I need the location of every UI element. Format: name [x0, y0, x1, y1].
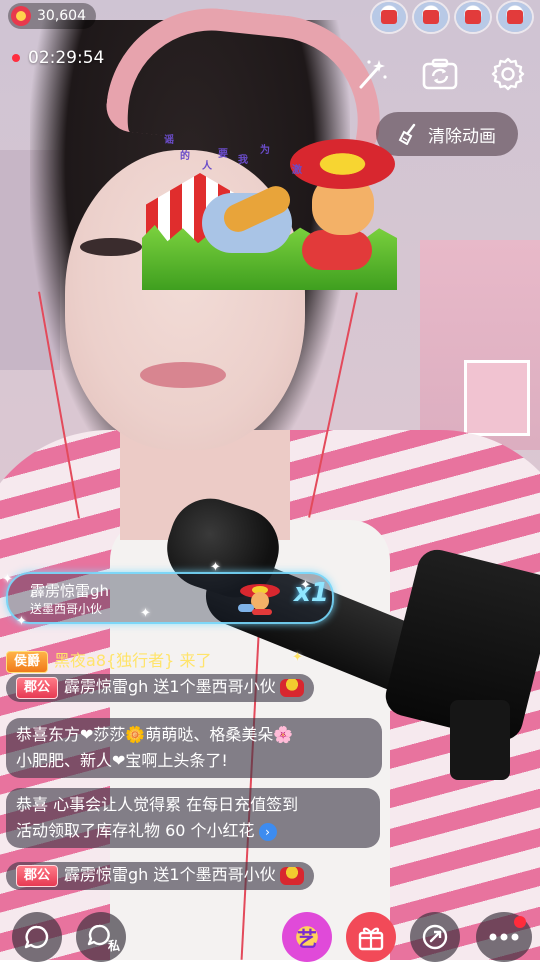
entry-user-name: 霹雳惊雷gh — [30, 582, 110, 600]
chat-text-line: 恭喜东方❤莎莎🌼萌萌哒、格桑美朵🌸 — [16, 725, 294, 744]
chat-message-entry[interactable]: 侯爵 黑夜a8{独行者} 来了 — [6, 648, 211, 674]
floating-char: 要 — [218, 149, 228, 160]
sparkle-icon: ✦ — [140, 606, 151, 621]
rank-badge: 郡公 — [16, 864, 59, 887]
more-icon — [489, 933, 519, 941]
mexican-guy-gift-icon — [230, 582, 282, 616]
broom-icon — [398, 123, 416, 145]
floating-char: 我 — [238, 155, 248, 166]
gift-icon — [358, 927, 384, 951]
viewer-count-pill[interactable]: 30,604 — [8, 3, 96, 29]
chat-text-line: 小肥肥、新人❤宝啊上头条了! — [16, 751, 228, 770]
share-button[interactable] — [410, 912, 460, 962]
bottom-toolbar: 私 艺 — [0, 912, 540, 962]
sombrero-icon — [290, 139, 395, 189]
yi-button[interactable]: 艺 — [282, 912, 332, 962]
chat-message-headline[interactable]: 恭喜东方❤莎莎🌼萌萌哒、格桑美朵🌸 小肥肥、新人❤宝啊上头条了! — [6, 718, 382, 778]
recording-dot-icon — [12, 54, 20, 62]
notification-dot — [514, 916, 526, 928]
rank-badge: 侯爵 — [6, 650, 49, 673]
more-button[interactable] — [476, 912, 532, 962]
background-picture-frame — [464, 360, 530, 436]
entry-gift-text: 送墨西哥小伙 — [30, 602, 103, 616]
coin-icon — [11, 6, 31, 26]
chat-message-gift[interactable]: 郡公 霹雳惊雷gh 送1个墨西哥小伙 — [6, 862, 314, 890]
chat-text-line: 恭喜 心事会让人觉得累 在每日充值签到 — [16, 795, 299, 814]
yi-label: 艺 — [297, 926, 317, 951]
sparkle-icon: ✦ — [292, 650, 303, 665]
gift-entry-banner: 霹雳惊雷gh 送墨西哥小伙 x1 — [6, 572, 334, 624]
share-icon — [422, 924, 448, 950]
sparkle-icon: ✦ — [300, 578, 311, 593]
private-label: 私 — [107, 939, 120, 953]
chat-text: 霹雳惊雷gh 送1个墨西哥小伙 — [64, 677, 276, 696]
top-controls — [354, 56, 526, 92]
magic-wand-icon[interactable] — [354, 56, 390, 92]
floating-char: 的 — [180, 151, 190, 162]
chat-message-gift[interactable]: 郡公 霹雳惊雷gh 送1个墨西哥小伙 — [6, 674, 314, 702]
gift-button[interactable] — [346, 912, 396, 962]
floating-char: 人 — [202, 161, 212, 172]
chat-text-line: 活动领取了库存礼物 60 个小红花 — [16, 821, 255, 840]
mexican-guy-gift-icon — [279, 678, 304, 697]
sparkle-icon: ✦ — [2, 572, 13, 587]
chat-text: 霹雳惊雷gh 送1个墨西哥小伙 — [64, 865, 276, 884]
sparkle-icon: ✦ — [16, 614, 27, 629]
mexican-guy-gift-icon — [279, 866, 304, 885]
audience-avatar[interactable] — [498, 2, 532, 32]
gear-icon[interactable] — [490, 56, 526, 92]
audience-avatar[interactable] — [372, 2, 406, 32]
mexican-guy-body — [302, 230, 372, 270]
floating-char: 激 — [292, 165, 302, 176]
microphone-stand — [450, 700, 510, 780]
gift-animation-mexican-guy: 谣 的 人 要 我 为 激 — [142, 135, 397, 290]
clear-animation-button[interactable]: 清除动画 — [376, 112, 518, 156]
rank-badge: 郡公 — [16, 676, 59, 699]
audience-avatar-list — [372, 2, 532, 32]
chat-text: 黑夜a8{独行者} 来了 — [54, 651, 212, 670]
floating-char: 谣 — [164, 135, 174, 146]
streamer-lips — [140, 362, 226, 388]
streamer-eye — [80, 238, 142, 256]
private-message-button[interactable]: 私 — [76, 912, 126, 962]
live-timer-text: 02:29:54 — [28, 48, 105, 68]
audience-avatar[interactable] — [414, 2, 448, 32]
viewer-count: 30,604 — [37, 8, 86, 24]
clear-animation-label: 清除动画 — [428, 126, 496, 147]
chat-message-system[interactable]: 恭喜 心事会让人觉得累 在每日充值签到 活动领取了库存礼物 60 个小红花 › — [6, 788, 380, 848]
chevron-right-icon[interactable]: › — [258, 822, 277, 841]
floating-char: 为 — [260, 145, 270, 156]
audience-avatar[interactable] — [456, 2, 490, 32]
camera-switch-icon[interactable] — [422, 56, 458, 92]
chat-button[interactable] — [12, 912, 62, 962]
chat-bubble-icon — [24, 925, 49, 949]
sparkle-icon: ✦ — [210, 560, 221, 575]
live-timer: 02:29:54 — [12, 48, 104, 68]
